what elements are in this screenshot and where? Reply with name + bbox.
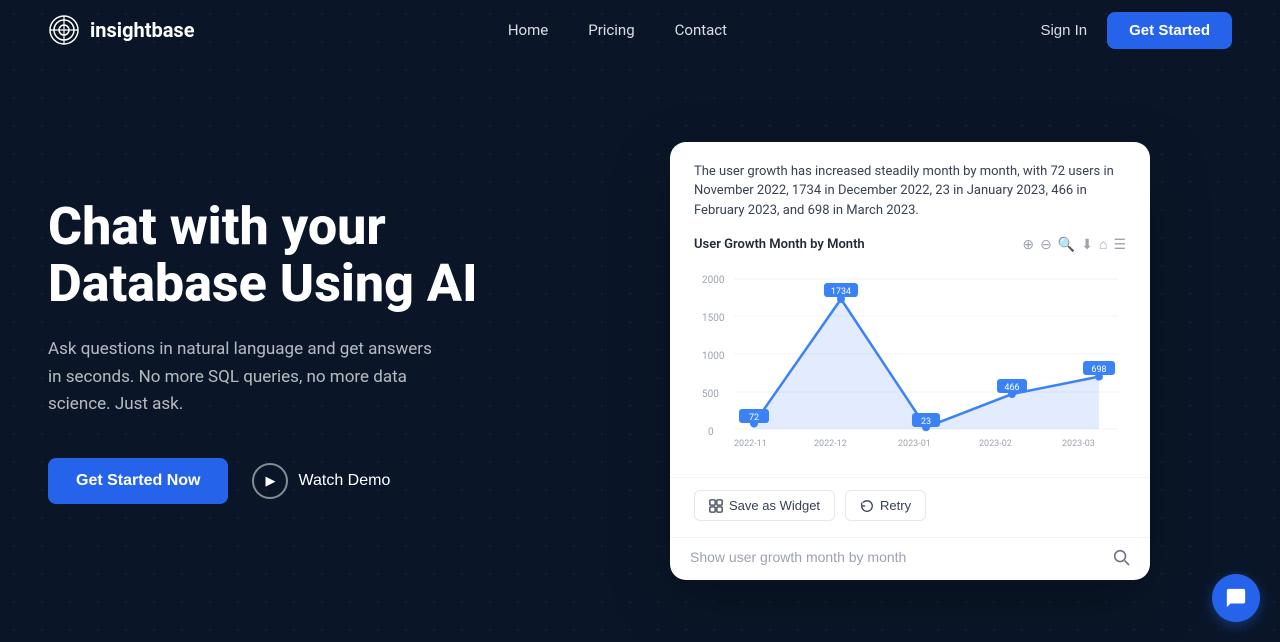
svg-text:698: 698: [1091, 365, 1106, 375]
chart-area: [754, 299, 1099, 429]
nav-links: Home Pricing Contact: [508, 21, 727, 39]
zoom-minus-icon[interactable]: ⊖: [1040, 237, 1052, 253]
widget-icon: [709, 499, 723, 513]
hero-buttons: Get Started Now ▶ Watch Demo: [48, 458, 528, 504]
nav-pricing[interactable]: Pricing: [588, 21, 634, 39]
svg-text:2023-03: 2023-03: [1062, 439, 1095, 449]
hero-title: Chat with your Database Using AI: [48, 198, 528, 312]
search-send-button[interactable]: [1112, 548, 1130, 566]
chat-input[interactable]: [690, 549, 1104, 565]
logo[interactable]: insightbase: [48, 14, 195, 46]
retry-label: Retry: [880, 498, 911, 513]
send-icon: [1112, 548, 1130, 566]
hero-section: Chat with your Database Using AI Ask que…: [48, 198, 528, 504]
get-started-now-button[interactable]: Get Started Now: [48, 458, 228, 504]
chart-header: User Growth Month by Month ⊕ ⊖ 🔍 ⬇ ⌂ ☰: [694, 236, 1126, 253]
chat-bubble-icon: [1225, 587, 1247, 609]
chart-card-wrapper: The user growth has increased steadily m…: [588, 60, 1232, 642]
watch-demo-button[interactable]: ▶ Watch Demo: [252, 463, 390, 499]
chart-title: User Growth Month by Month: [694, 237, 865, 252]
svg-text:2022-11: 2022-11: [734, 439, 767, 449]
svg-text:1000: 1000: [702, 351, 725, 362]
chart-section: The user growth has increased steadily m…: [670, 142, 1150, 478]
chat-card: The user growth has increased steadily m…: [670, 142, 1150, 581]
nav-contact[interactable]: Contact: [675, 21, 727, 39]
zoom-plus-icon[interactable]: ⊕: [1022, 237, 1034, 253]
svg-text:2000: 2000: [702, 275, 725, 286]
sign-in-button[interactable]: Sign In: [1040, 22, 1087, 39]
svg-text:500: 500: [702, 389, 719, 400]
hero-subtitle: Ask questions in natural language and ge…: [48, 336, 448, 418]
home-chart-icon[interactable]: ⌂: [1099, 236, 1107, 253]
svg-text:2022-12: 2022-12: [814, 439, 847, 449]
svg-text:0: 0: [708, 427, 714, 438]
logo-icon: [48, 14, 80, 46]
nav-home[interactable]: Home: [508, 21, 548, 39]
retry-icon: [860, 499, 874, 513]
brand-name: insightbase: [90, 18, 195, 42]
chart-container: 2000 1500 1000 500 0: [694, 261, 1126, 461]
nav-right: Sign In Get Started: [1040, 12, 1232, 49]
svg-text:1734: 1734: [831, 287, 851, 297]
svg-text:72: 72: [749, 413, 759, 423]
retry-button[interactable]: Retry: [845, 490, 926, 521]
save-widget-label: Save as Widget: [729, 498, 820, 513]
svg-text:2023-01: 2023-01: [898, 439, 931, 449]
chat-input-section: [670, 537, 1150, 580]
svg-text:1500: 1500: [702, 313, 725, 324]
main-content: Chat with your Database Using AI Ask que…: [0, 60, 1280, 642]
play-icon: ▶: [252, 463, 288, 499]
svg-text:2023-02: 2023-02: [979, 439, 1012, 449]
navbar: insightbase Home Pricing Contact Sign In…: [0, 0, 1280, 60]
chart-svg: 2000 1500 1000 500 0: [694, 261, 1126, 461]
download-icon[interactable]: ⬇: [1081, 237, 1093, 253]
get-started-nav-button[interactable]: Get Started: [1107, 12, 1232, 49]
menu-icon[interactable]: ☰: [1113, 237, 1126, 253]
save-widget-button[interactable]: Save as Widget: [694, 490, 835, 521]
search-chart-icon[interactable]: 🔍: [1058, 237, 1075, 253]
watch-demo-label: Watch Demo: [298, 472, 390, 490]
svg-text:23: 23: [921, 417, 931, 427]
chat-bubble-button[interactable]: [1212, 574, 1260, 622]
analysis-text: The user growth has increased steadily m…: [694, 162, 1126, 221]
chart-toolbar: ⊕ ⊖ 🔍 ⬇ ⌂ ☰: [1022, 236, 1126, 253]
svg-text:466: 466: [1004, 383, 1019, 393]
chart-actions: Save as Widget Retry: [670, 477, 1150, 537]
